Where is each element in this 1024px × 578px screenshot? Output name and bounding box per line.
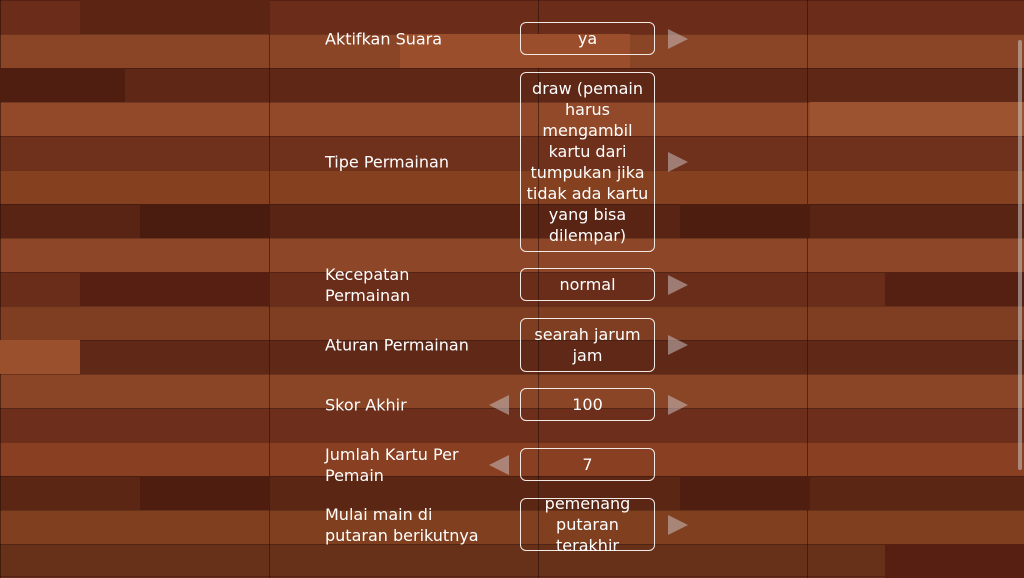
setting-label-game-speed: Kecepatan Permainan <box>325 264 411 305</box>
setting-label-cards-per-player: Jumlah Kartu Per Pemain <box>325 444 459 485</box>
triangle-right-icon[interactable] <box>668 335 688 355</box>
setting-value-next-round-starter[interactable]: pemenang putaran terakhir <box>520 494 655 555</box>
setting-label-game-rule: Aturan Permainan <box>325 335 469 355</box>
setting-row-sound: Aktifkan Suara ya <box>0 22 1024 55</box>
setting-row-cards-per-player: Jumlah Kartu Per Pemain 7 <box>0 445 1024 485</box>
setting-value-game-type[interactable]: draw (pemain harus mengambil kartu dari … <box>520 72 655 252</box>
setting-value-game-speed[interactable]: normal <box>520 268 655 301</box>
scrollbar[interactable] <box>1018 40 1022 470</box>
triangle-right-icon[interactable] <box>668 274 688 295</box>
setting-label-final-score: Skor Akhir <box>325 395 407 414</box>
setting-row-game-type: Tipe Permainan draw (pemain harus mengam… <box>0 72 1024 252</box>
triangle-left-icon[interactable] <box>489 394 509 415</box>
setting-value-sound[interactable]: ya <box>520 22 655 55</box>
triangle-right-icon[interactable] <box>668 28 688 49</box>
triangle-right-icon[interactable] <box>668 394 688 415</box>
triangle-left-icon[interactable] <box>489 454 509 475</box>
setting-value-game-rule[interactable]: searah jarum jam <box>520 318 655 372</box>
setting-row-next-round-starter: Mulai main di putaran berikutnya pemenan… <box>0 494 1024 555</box>
triangle-right-icon[interactable] <box>668 152 688 172</box>
setting-label-next-round-starter: Mulai main di putaran berikutnya <box>325 504 479 545</box>
setting-row-final-score: Skor Akhir 100 <box>0 388 1024 421</box>
setting-value-cards-per-player[interactable]: 7 <box>520 448 655 481</box>
setting-value-final-score[interactable]: 100 <box>520 388 655 421</box>
triangle-right-icon[interactable] <box>668 514 688 535</box>
setting-row-game-rule: Aturan Permainan searah jarum jam <box>0 318 1024 372</box>
setting-label-sound: Aktifkan Suara <box>325 29 443 48</box>
setting-label-game-type: Tipe Permainan <box>325 152 449 172</box>
setting-row-game-speed: Kecepatan Permainan normal <box>0 265 1024 305</box>
